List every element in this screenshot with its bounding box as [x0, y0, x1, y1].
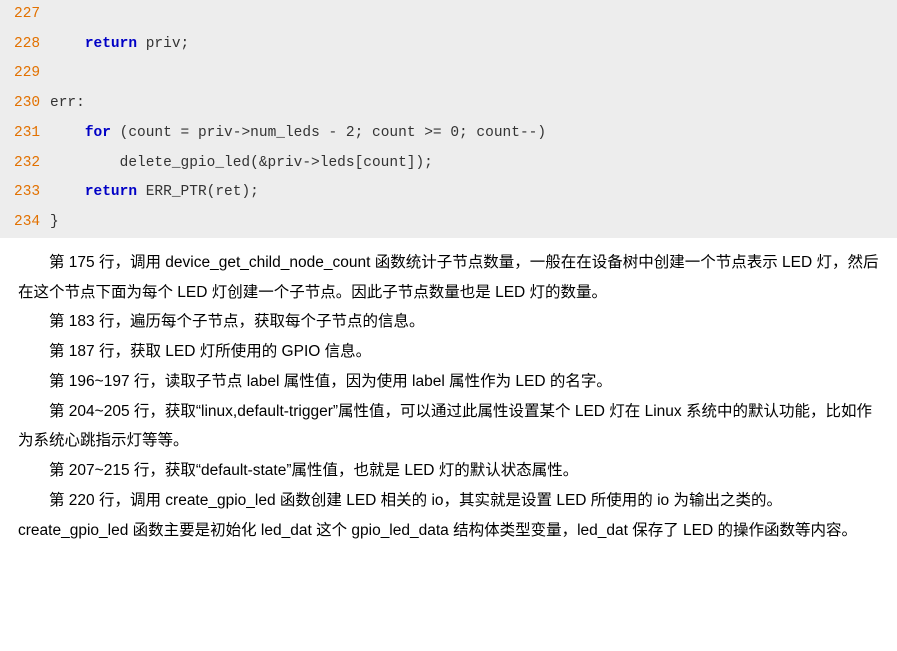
code-text: return ERR_PTR(ret);	[50, 178, 259, 208]
code-line: 227	[0, 0, 897, 30]
code-text: for (count = priv->num_leds - 2; count >…	[50, 119, 546, 149]
line-number: 233	[0, 178, 50, 208]
paragraph-187: 第 187 行，获取 LED 灯所使用的 GPIO 信息。	[18, 337, 879, 367]
code-line: 234}	[0, 208, 897, 238]
paragraph-175: 第 175 行，调用 device_get_child_node_count 函…	[18, 248, 879, 308]
code-line: 231 for (count = priv->num_leds - 2; cou…	[0, 119, 897, 149]
paragraph-196: 第 196~197 行，读取子节点 label 属性值，因为使用 label 属…	[18, 367, 879, 397]
paragraph-207: 第 207~215 行，获取“default-state”属性值，也就是 LED…	[18, 456, 879, 486]
code-line: 229	[0, 59, 897, 89]
line-number: 228	[0, 30, 50, 60]
code-block: 227228 return priv;229230err:231 for (co…	[0, 0, 897, 238]
paragraph-220: 第 220 行，调用 create_gpio_led 函数创建 LED 相关的 …	[18, 486, 879, 546]
code-text: }	[50, 208, 59, 238]
line-number: 231	[0, 119, 50, 149]
code-text: err:	[50, 89, 85, 119]
paragraph-183: 第 183 行，遍历每个子节点，获取每个子节点的信息。	[18, 307, 879, 337]
paragraph-204: 第 204~205 行，获取“linux,default-trigger”属性值…	[18, 397, 879, 457]
code-text: delete_gpio_led(&priv->leds[count]);	[50, 149, 433, 179]
line-number: 230	[0, 89, 50, 119]
line-number: 234	[0, 208, 50, 238]
line-number: 229	[0, 59, 50, 89]
code-line: 230err:	[0, 89, 897, 119]
line-number: 232	[0, 149, 50, 179]
line-number: 227	[0, 0, 50, 30]
code-line: 228 return priv;	[0, 30, 897, 60]
code-text: return priv;	[50, 30, 189, 60]
code-line: 233 return ERR_PTR(ret);	[0, 178, 897, 208]
code-line: 232 delete_gpio_led(&priv->leds[count]);	[0, 149, 897, 179]
code-lines-container: 227228 return priv;229230err:231 for (co…	[0, 0, 897, 238]
prose-block: 第 175 行，调用 device_get_child_node_count 函…	[0, 238, 897, 546]
